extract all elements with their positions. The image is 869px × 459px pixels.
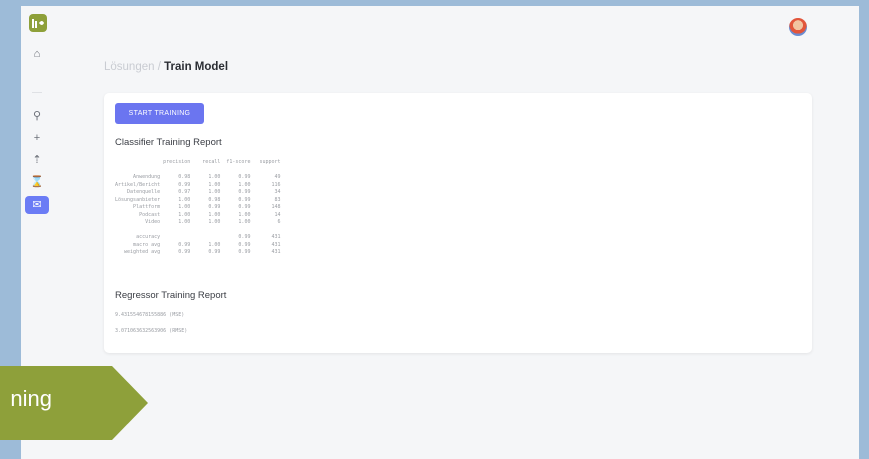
hourglass-icon[interactable]: ⌛	[29, 174, 45, 190]
classifier-report: precision recall f1-score support Anwend…	[115, 159, 281, 255]
training-card: START TRAINING Classifier Training Repor…	[104, 93, 812, 353]
upload-icon[interactable]: ⇡	[29, 152, 45, 168]
breadcrumb-current: Train Model	[164, 61, 229, 73]
slide-arrow-overlay: ning	[0, 366, 150, 440]
mse-value: 9.431554678155886 (MSE)	[115, 312, 185, 318]
breadcrumb-parent[interactable]: Lösungen	[104, 61, 155, 73]
plus-icon[interactable]: +	[29, 130, 45, 146]
rmse-value: 3.071063632563906 (RMSE)	[115, 328, 188, 334]
model-icon[interactable]: ⚲	[29, 108, 45, 124]
logo-icon	[32, 19, 44, 28]
sidebar-divider	[32, 92, 42, 93]
arrow-label: ning	[10, 386, 52, 411]
classifier-report-title: Classifier Training Report	[115, 137, 222, 148]
regressor-report-title: Regressor Training Report	[115, 290, 227, 301]
chat-icon[interactable]: ✉	[25, 196, 49, 214]
avatar[interactable]	[789, 18, 807, 36]
breadcrumb-separator: /	[154, 61, 165, 73]
app-logo[interactable]	[29, 14, 47, 32]
home-icon[interactable]: ⌂	[29, 46, 45, 62]
breadcrumb: Lösungen / Train Model	[104, 61, 228, 73]
start-training-button[interactable]: START TRAINING	[115, 103, 204, 124]
